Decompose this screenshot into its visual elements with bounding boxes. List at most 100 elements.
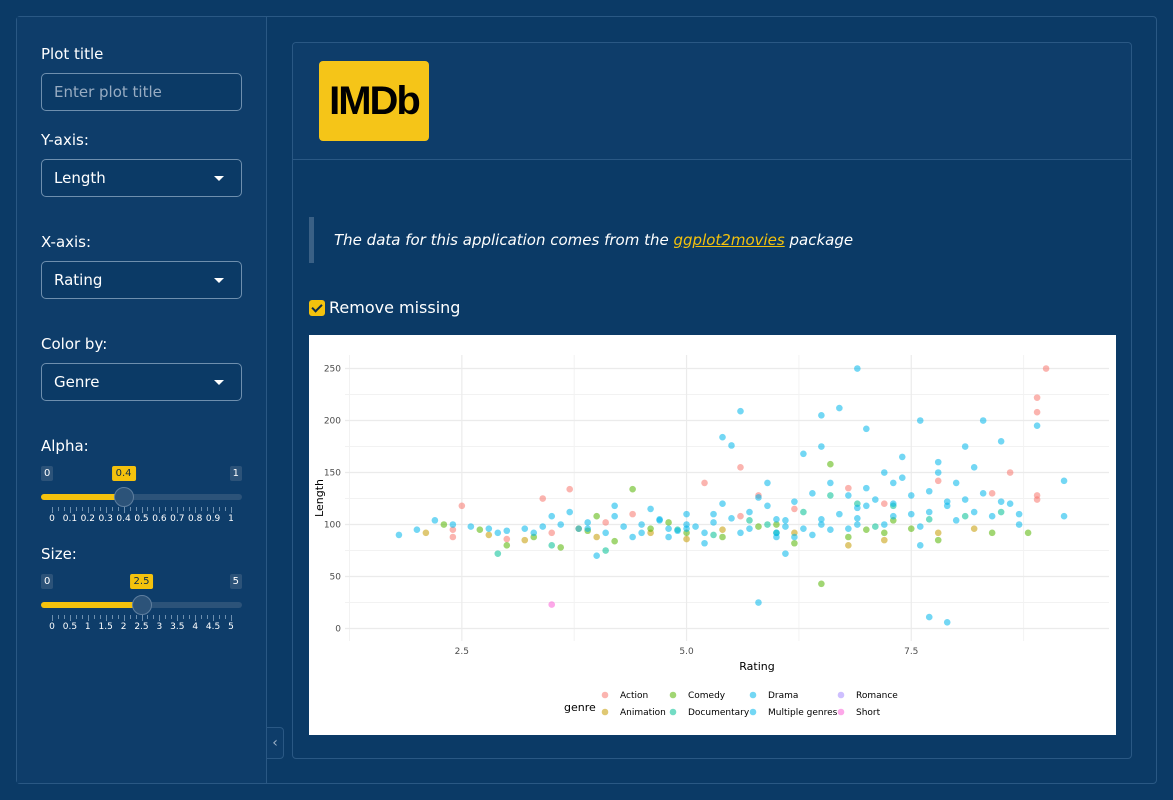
data-point: [818, 412, 825, 419]
slider-minor-tick: [183, 615, 185, 619]
data-point: [422, 529, 430, 537]
data-point: [818, 516, 825, 523]
slider-minor-tick: [171, 507, 173, 511]
slider-tick: [141, 615, 143, 621]
data-point: [629, 485, 636, 493]
data-point: [737, 464, 744, 471]
caret-down-icon: [214, 380, 224, 385]
data-point: [1006, 469, 1014, 476]
slider-tick: [213, 615, 215, 621]
alpha-slider-handle[interactable]: [113, 487, 134, 507]
slider-tick-label: 0.5: [62, 622, 78, 632]
data-point: [593, 512, 600, 520]
size-slider-fill: [41, 602, 142, 608]
data-point: [629, 510, 636, 518]
data-point: [485, 525, 493, 532]
data-point: [1015, 521, 1023, 528]
data-point: [683, 525, 690, 532]
scatter-plot: 0 50 100 150 200 250 2.5 5.0 7.5 Rating Length genr…: [309, 335, 1116, 735]
data-point: [934, 469, 942, 476]
data-point: [1033, 496, 1041, 503]
data-point: [988, 512, 996, 520]
slider-tick-label: 4.5: [205, 622, 221, 632]
legend-key: [669, 708, 677, 716]
data-point: [584, 519, 591, 526]
data-point: [889, 500, 897, 508]
data-point: [863, 526, 870, 534]
data-point: [476, 526, 484, 534]
y-tick-label: 250: [324, 365, 341, 375]
legend-title: genre: [564, 701, 596, 714]
legend-key: [601, 708, 609, 716]
data-point: [674, 527, 681, 535]
slider-minor-tick: [201, 507, 203, 511]
color-by-select[interactable]: Genre: [41, 363, 242, 401]
slider-tick: [69, 615, 71, 621]
legend-key: [669, 691, 677, 699]
slider-tick-label: 4: [192, 622, 199, 632]
ggplot2movies-link[interactable]: ggplot2movies: [674, 231, 785, 249]
alpha-max-label: 1: [229, 466, 242, 481]
slider-minor-tick: [57, 615, 59, 619]
legend-key: [601, 691, 609, 699]
data-point: [719, 526, 726, 534]
data-point: [755, 599, 762, 606]
data-point: [961, 496, 969, 503]
slider-tick-label: 0.1: [62, 514, 78, 524]
data-point: [665, 519, 672, 526]
slider-minor-tick: [81, 615, 83, 619]
data-point: [800, 508, 807, 516]
data-point: [880, 469, 888, 476]
data-point: [557, 544, 565, 551]
imdb-logo: IMDb: [319, 61, 429, 141]
data-point: [836, 404, 843, 412]
data-point: [925, 508, 933, 516]
data-point: [521, 536, 529, 544]
data-point: [952, 479, 960, 487]
x-axis-title: Rating: [739, 660, 774, 673]
data-point: [997, 498, 1005, 505]
slider-minor-tick: [93, 615, 95, 619]
data-point: [755, 523, 762, 530]
data-point: [827, 526, 834, 534]
data-point: [620, 523, 627, 530]
slider-tick-label: 5: [228, 622, 234, 632]
sidebar: Plot title Y-axis: Length X-axis: Rating…: [17, 17, 267, 783]
data-point: [979, 490, 987, 497]
data-point: [503, 542, 511, 549]
slider-minor-tick: [75, 615, 77, 619]
plot-title-input[interactable]: [41, 73, 242, 111]
data-point: [952, 517, 960, 524]
x-axis-select[interactable]: Rating: [41, 261, 242, 299]
slider-minor-tick: [207, 507, 209, 511]
size-slider-handle[interactable]: [131, 595, 152, 615]
slider-tick-label: 2.5: [134, 622, 149, 632]
slider-minor-tick: [81, 507, 83, 511]
data-point: [1060, 477, 1068, 485]
data-point: [638, 521, 645, 528]
slider-tick: [213, 507, 215, 513]
data-point: [1033, 394, 1041, 401]
data-point: [647, 505, 654, 513]
data-point: [970, 464, 978, 471]
remove-missing-checkbox[interactable]: [309, 300, 325, 316]
data-point: [728, 514, 735, 522]
sidebar-collapse-button[interactable]: ‹: [266, 727, 284, 759]
slider-minor-tick: [225, 615, 227, 619]
data-point: [629, 533, 636, 541]
data-point: [458, 502, 466, 510]
alpha-slider-track[interactable]: [41, 494, 242, 500]
data-point: [665, 533, 672, 541]
size-slider[interactable]: 0 5 2.5 0 0.5 1 1.5 2 2.5 3 3.5 4 4.5 5: [41, 574, 242, 640]
data-point: [602, 519, 609, 526]
y-axis-select[interactable]: Length: [41, 159, 242, 197]
data-point: [943, 502, 951, 510]
alpha-slider[interactable]: 0 1 0.4 0 0.1 0.2 0.3 0.4 0.5 0.6 0.7 0.8 0.9 1: [41, 466, 242, 532]
data-point: [593, 533, 600, 541]
slider-minor-tick: [189, 615, 191, 619]
data-point: [925, 487, 933, 495]
data-point: [503, 527, 511, 535]
data-point: [907, 510, 915, 518]
slider-minor-tick: [207, 615, 209, 619]
data-point: [638, 529, 645, 537]
